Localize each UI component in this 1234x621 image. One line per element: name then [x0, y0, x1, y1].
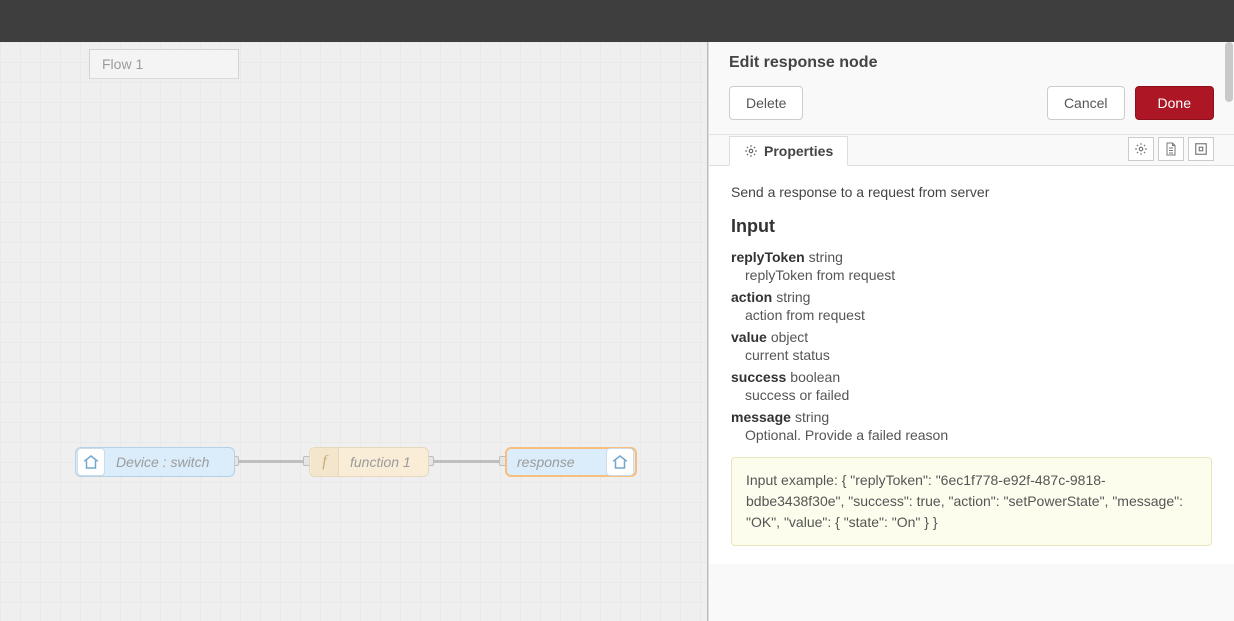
tab-label: Properties	[764, 143, 833, 159]
field-desc: current status	[745, 347, 1212, 363]
node-editor-panel: Edit response node Delete Cancel Done Pr…	[708, 42, 1234, 621]
function-icon: f	[311, 448, 339, 476]
document-button[interactable]	[1158, 137, 1184, 161]
wire	[429, 460, 505, 463]
wire	[235, 460, 309, 463]
field-desc: Optional. Provide a failed reason	[745, 427, 1212, 443]
node-function[interactable]: f function 1	[309, 447, 429, 477]
gear-icon	[1134, 142, 1148, 156]
node-response[interactable]: response	[505, 447, 637, 477]
settings-button[interactable]	[1128, 137, 1154, 161]
node-description: Send a response to a request from server	[731, 184, 1212, 200]
field-name: successboolean	[731, 369, 1212, 385]
field-name: actionstring	[731, 289, 1212, 305]
field-desc: success or failed	[745, 387, 1212, 403]
properties-body: Send a response to a request from server…	[709, 166, 1234, 564]
flow-tab[interactable]: Flow 1	[89, 49, 239, 79]
node-label: Device : switch	[106, 454, 219, 470]
field-name: messagestring	[731, 409, 1212, 425]
field-name: replyTokenstring	[731, 249, 1212, 265]
properties-tab[interactable]: Properties	[729, 136, 848, 166]
home-icon	[77, 448, 105, 476]
appearance-button[interactable]	[1188, 137, 1214, 161]
target-icon	[1194, 142, 1208, 156]
done-button[interactable]: Done	[1135, 86, 1214, 120]
delete-button[interactable]: Delete	[729, 86, 803, 120]
cancel-button[interactable]: Cancel	[1047, 86, 1125, 120]
canvas-dimmer	[0, 42, 707, 621]
node-label: function 1	[340, 454, 421, 470]
node-label: response	[507, 454, 585, 470]
flow-tab-label: Flow 1	[102, 56, 143, 72]
scrollbar-thumb[interactable]	[1225, 42, 1233, 102]
editor-actions: Delete Cancel Done	[709, 80, 1234, 135]
editor-title: Edit response node	[709, 42, 1234, 80]
editor-tab-row: Properties	[709, 135, 1234, 166]
node-device[interactable]: Device : switch	[75, 447, 235, 477]
flow-canvas[interactable]: Flow 1 Device : switch f function 1 resp…	[0, 42, 708, 621]
input-heading: Input	[731, 216, 1212, 237]
home-icon	[606, 448, 634, 476]
field-name: valueobject	[731, 329, 1212, 345]
button-label: Done	[1158, 95, 1191, 111]
button-label: Delete	[746, 95, 786, 111]
field-desc: action from request	[745, 307, 1212, 323]
title-bar	[0, 0, 1234, 42]
field-desc: replyToken from request	[745, 267, 1212, 283]
gear-icon	[744, 144, 758, 158]
input-example: Input example: { "replyToken": "6ec1f778…	[731, 457, 1212, 546]
input-definitions: replyTokenstring replyToken from request…	[731, 249, 1212, 443]
button-label: Cancel	[1064, 95, 1108, 111]
document-icon	[1165, 142, 1177, 156]
